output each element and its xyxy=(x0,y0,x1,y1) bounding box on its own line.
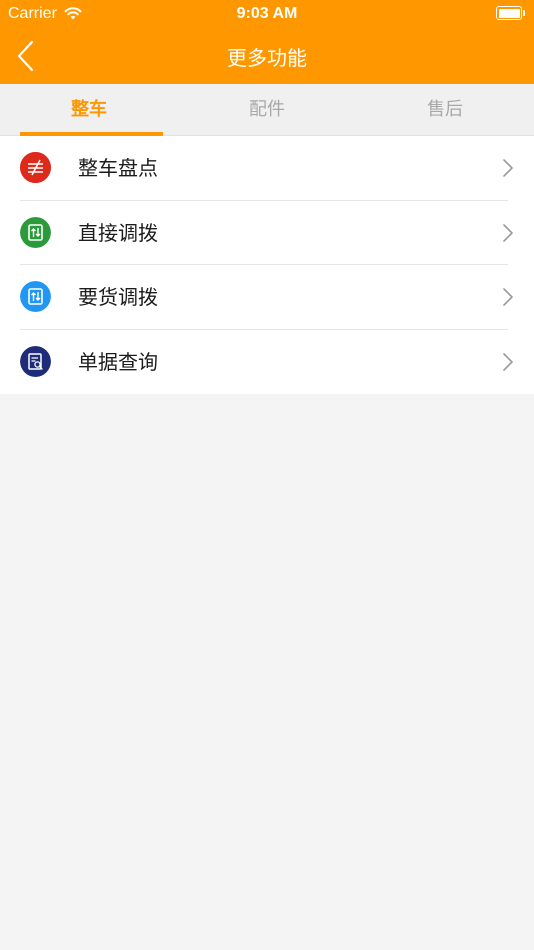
list-item-label: 单据查询 xyxy=(78,349,158,374)
function-list: 整车盘点 直接调拨 要货调拨 单据查询 xyxy=(0,136,534,394)
tab-vehicle[interactable]: 整车 xyxy=(0,84,178,136)
status-bar: Carrier 9:03 AM xyxy=(0,0,534,28)
chevron-right-icon xyxy=(503,223,513,242)
transfer-icon xyxy=(20,216,51,248)
top-bar: Carrier 9:03 AM 更多功能 xyxy=(0,0,534,84)
list-item-label: 直接调拨 xyxy=(78,220,158,245)
document-search-icon xyxy=(20,345,51,377)
chevron-right-icon xyxy=(503,288,513,306)
list-item-document-query[interactable]: 单据查询 xyxy=(0,330,534,395)
category-tabs: 整车 配件 售后 xyxy=(0,84,534,136)
clock: 9:03 AM xyxy=(236,5,298,22)
request-transfer-icon xyxy=(20,281,51,312)
list-item-direct-transfer[interactable]: 直接调拨 xyxy=(0,201,534,265)
list-item-vehicle-inventory[interactable]: 整车盘点 xyxy=(0,136,534,201)
list-item-request-transfer[interactable]: 要货调拨 xyxy=(0,265,534,330)
tab-after-sales[interactable]: 售后 xyxy=(356,84,534,136)
chevron-right-icon xyxy=(503,352,513,371)
chevron-right-icon xyxy=(503,159,513,177)
battery-icon xyxy=(496,6,526,20)
list-item-label: 要货调拨 xyxy=(78,285,158,309)
page-title: 更多功能 xyxy=(227,46,307,70)
tab-parts[interactable]: 配件 xyxy=(178,84,356,136)
navigation-bar: 更多功能 xyxy=(0,28,534,84)
inventory-icon xyxy=(20,152,51,183)
list-item-label: 整车盘点 xyxy=(78,156,158,180)
